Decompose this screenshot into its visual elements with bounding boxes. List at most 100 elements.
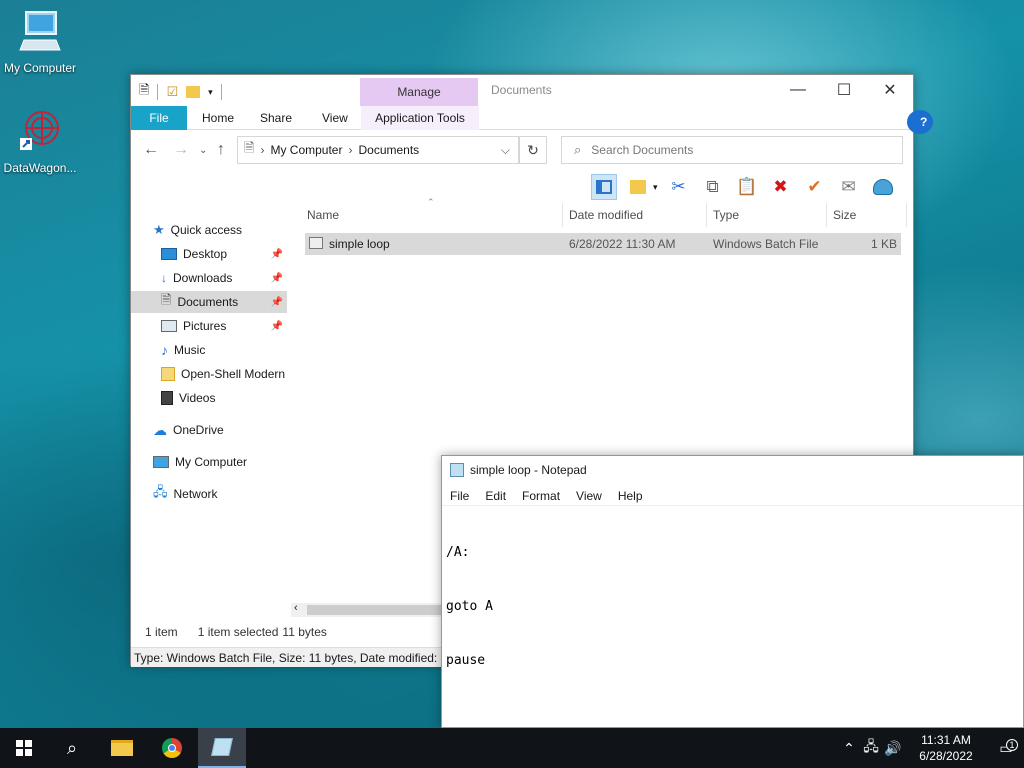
computer-icon <box>19 11 61 51</box>
copy-icon[interactable]: ⧉ <box>700 174 726 200</box>
search-input[interactable]: ⌕ Search Documents <box>561 136 903 164</box>
status-bar: 1 item 1 item selected 11 bytes <box>145 625 327 639</box>
address-bar[interactable]: 🗎 › My Computer › Documents ⌵ <box>237 136 519 164</box>
scroll-left-icon[interactable]: ‹ <box>294 602 298 614</box>
tab-share[interactable]: Share <box>247 106 305 130</box>
close-button[interactable]: ✕ <box>867 75 913 105</box>
menu-file[interactable]: File <box>442 486 477 505</box>
tab-application-tools[interactable]: Application Tools <box>361 106 479 130</box>
column-header-name[interactable]: Name <box>301 203 563 227</box>
new-folder-icon[interactable] <box>186 86 201 98</box>
folder-options-icon[interactable] <box>625 174 651 200</box>
menu-help[interactable]: Help <box>610 486 651 505</box>
manage-tab[interactable]: Manage <box>360 78 478 106</box>
back-arrow-icon[interactable]: ← <box>143 141 159 159</box>
explorer-titlebar[interactable]: 🗎 ☑ ▾ Manage Documents — ☐ ✕ <box>131 75 913 106</box>
delete-icon[interactable]: ✖ <box>768 174 794 200</box>
nav-item-music[interactable]: ♪ Music <box>131 339 287 361</box>
chrome-icon <box>162 738 182 758</box>
nav-item-documents[interactable]: 🗎 Documents 📌 <box>131 291 287 313</box>
chevron-up-icon[interactable]: ⌃ <box>838 740 860 757</box>
chevron-down-icon[interactable]: ▾ <box>653 182 658 193</box>
nav-item-videos[interactable]: Videos <box>131 387 287 409</box>
nav-item-network[interactable]: 🖧 Network <box>131 483 287 505</box>
divider <box>157 84 159 100</box>
notepad-titlebar[interactable]: simple loop - Notepad <box>450 463 587 477</box>
properties-icon[interactable]: ☑ <box>166 84 178 100</box>
network-icon[interactable]: 🖧 <box>860 736 882 760</box>
nav-item-desktop[interactable]: Desktop 📌 <box>131 243 287 265</box>
notification-badge: 1 <box>1006 738 1018 751</box>
nav-label: Quick access <box>170 223 243 237</box>
nav-label: My Computer <box>175 455 248 469</box>
file-row[interactable]: simple loop 6/28/2022 11:30 AM Windows B… <box>305 233 901 255</box>
clock-time: 11:31 AM <box>921 733 971 747</box>
clock[interactable]: 11:31 AM 6/28/2022 <box>904 732 988 764</box>
system-tray: ⌃ 🖧 🔊 11:31 AM 6/28/2022 ▭1 <box>838 728 1024 768</box>
tab-file[interactable]: File <box>131 106 187 130</box>
tab-home[interactable]: Home <box>189 106 247 130</box>
refresh-button[interactable]: ↻ <box>519 136 547 164</box>
navigation-pane: ★ Quick access Desktop 📌 ↓ Downloads 📌 🗎… <box>131 213 291 633</box>
pin-icon[interactable]: 📌 <box>271 297 283 308</box>
minimize-button[interactable]: — <box>775 75 821 105</box>
nav-item-onedrive[interactable]: ☁ OneDrive <box>131 419 287 441</box>
batch-file-icon <box>309 237 323 249</box>
desktop-icon-datawagon[interactable]: DataWagon... <box>0 108 80 175</box>
volume-icon[interactable]: 🔊 <box>882 740 904 757</box>
computer-icon <box>153 456 169 468</box>
pin-icon[interactable]: 📌 <box>271 249 283 260</box>
start-button[interactable] <box>0 728 48 768</box>
document-icon[interactable]: 🗎 <box>139 81 149 103</box>
pin-icon[interactable]: 📌 <box>271 273 283 284</box>
up-arrow-icon[interactable]: ↑ <box>217 141 225 159</box>
desktop-icon-my-computer[interactable]: My Computer <box>0 8 80 75</box>
nav-quick-access[interactable]: ★ Quick access <box>153 219 309 241</box>
menu-view[interactable]: View <box>568 486 610 505</box>
selected-size: 11 bytes <box>282 625 327 639</box>
maximize-button[interactable]: ☐ <box>821 75 867 105</box>
nav-label: Downloads <box>173 271 233 285</box>
nav-item-downloads[interactable]: ↓ Downloads 📌 <box>131 267 287 289</box>
address-dropdown-icon[interactable]: ⌵ <box>501 143 510 158</box>
checkmark-icon[interactable]: ✔ <box>802 174 828 200</box>
breadcrumb-documents[interactable]: Documents <box>358 143 419 157</box>
datawagon-icon <box>20 111 59 150</box>
window-controls: — ☐ ✕ <box>775 75 913 105</box>
column-header-size[interactable]: Size <box>827 203 907 227</box>
forward-arrow-icon[interactable]: → <box>173 141 189 159</box>
menu-edit[interactable]: Edit <box>477 486 514 505</box>
column-header-type[interactable]: Type <box>707 203 827 227</box>
refresh-icon: ↻ <box>527 141 539 158</box>
nav-item-pictures[interactable]: Pictures 📌 <box>131 315 287 337</box>
chevron-down-icon[interactable]: ▾ <box>208 87 213 98</box>
nav-label: Pictures <box>183 319 227 333</box>
taskbar-notepad[interactable] <box>198 728 246 768</box>
navigation-pane-icon[interactable] <box>591 174 617 200</box>
pin-icon[interactable]: 📌 <box>271 321 283 332</box>
nav-item-my-computer[interactable]: My Computer <box>131 451 287 473</box>
cut-icon[interactable]: ✂ <box>666 174 692 200</box>
breadcrumb-separator: › <box>348 143 353 157</box>
help-icon[interactable]: ? <box>907 110 933 134</box>
notification-center-icon[interactable]: ▭1 <box>988 738 1024 757</box>
taskbar-file-explorer[interactable] <box>98 728 146 768</box>
file-size: 1 KB <box>870 237 897 251</box>
email-icon[interactable]: ✉ <box>836 174 862 200</box>
column-header-date[interactable]: Date modified <box>563 203 707 227</box>
menu-format[interactable]: Format <box>514 486 568 505</box>
nav-label: Desktop <box>183 247 228 261</box>
breadcrumb-my-computer[interactable]: My Computer <box>270 143 342 157</box>
tab-view[interactable]: View <box>309 106 361 130</box>
nav-label: Open-Shell Modern <box>181 367 286 381</box>
paste-icon[interactable]: 📋 <box>734 174 760 200</box>
taskbar-chrome[interactable] <box>148 728 196 768</box>
document-icon: 🗎 <box>161 292 172 307</box>
nav-item-open-shell[interactable]: Open-Shell Modern <box>131 363 291 385</box>
notepad-window[interactable]: simple loop - Notepad File Edit Format V… <box>441 455 1024 728</box>
quick-access-toolbar: 🗎 ☑ ▾ <box>139 81 222 103</box>
recent-locations-icon[interactable]: ⌄ <box>199 145 207 156</box>
open-shell-icon[interactable] <box>870 174 896 200</box>
search-button[interactable]: ⌕ <box>48 728 96 768</box>
notepad-text-area[interactable]: /A: goto A pause <box>446 508 493 706</box>
